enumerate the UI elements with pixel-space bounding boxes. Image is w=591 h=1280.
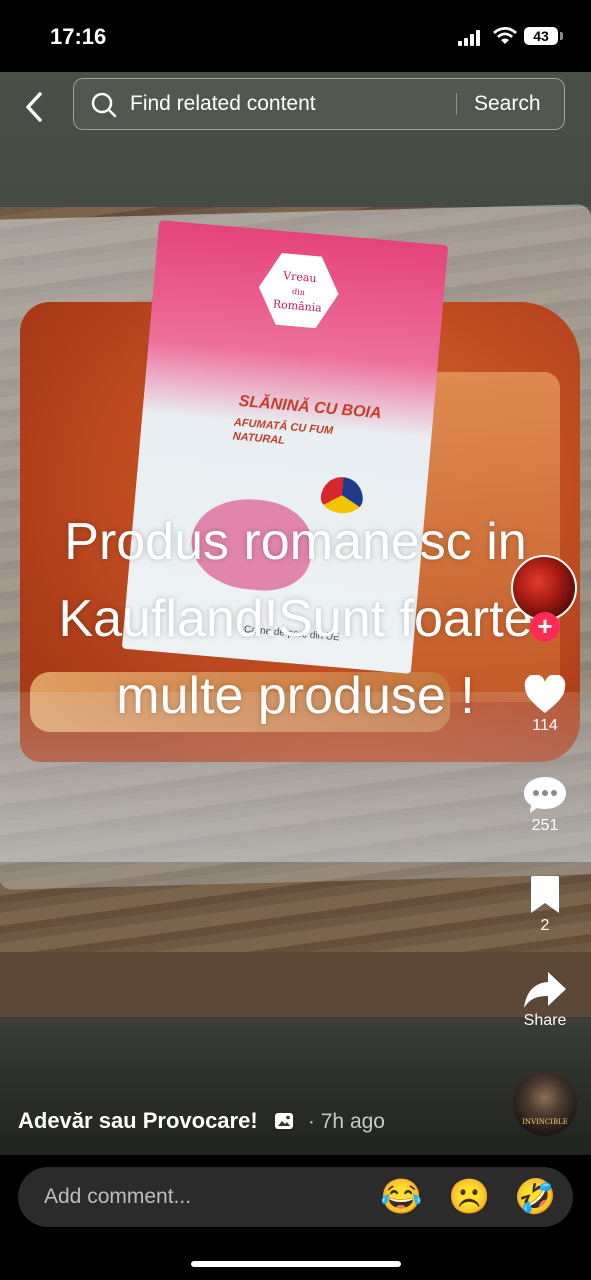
like-count: 114 [532, 717, 558, 734]
brand-logo: Vreau din România [255, 247, 342, 334]
like-button[interactable]: 114 [505, 675, 585, 735]
music-disc-avatar[interactable]: INVINCIBLE [513, 1072, 577, 1136]
wifi-icon [493, 27, 517, 44]
save-count: 2 [540, 917, 550, 934]
photo-mode-icon [274, 1113, 293, 1129]
search-icon [91, 92, 117, 118]
battery-tip [560, 32, 563, 40]
search-input[interactable]: Find related content [130, 92, 316, 116]
top-bar: Find related content Search [0, 72, 591, 142]
search-bar[interactable]: Find related content Search [73, 78, 565, 130]
post-info-panel [0, 1020, 591, 1155]
post-author-row[interactable]: Adevăr sau Provocare! · 7h ago [18, 1108, 385, 1134]
search-button[interactable]: Search [474, 92, 541, 116]
bookmark-icon [531, 876, 559, 913]
back-arrow-icon[interactable] [20, 90, 50, 124]
battery-indicator: 43 [524, 27, 558, 45]
music-disc-label: INVINCIBLE [522, 1118, 568, 1126]
post-time: · 7h ago [307, 1110, 385, 1133]
status-time: 17:16 [50, 24, 107, 49]
save-button[interactable]: 2 [505, 875, 585, 935]
status-bar: 17:16 43 [0, 0, 591, 72]
video-player[interactable]: Vreau din România SLĂNINĂ CU BOIA AFUMAT… [0, 72, 591, 1155]
home-indicator[interactable] [191, 1261, 401, 1267]
comment-input[interactable]: Add comment... 😂 ☹️ 🤣 [18, 1167, 573, 1227]
comment-bubble-icon [524, 777, 566, 813]
brand-word-1: Vreau [282, 269, 318, 286]
comment-placeholder: Add comment... [44, 1185, 192, 1208]
search-divider [456, 93, 457, 115]
follow-plus-button[interactable]: + [530, 612, 560, 642]
emoji-rofl-button[interactable]: 🤣 [514, 1176, 556, 1218]
brand-word-2: din [291, 287, 306, 298]
comment-count: 251 [531, 817, 559, 834]
author-name[interactable]: Adevăr sau Provocare! [18, 1108, 258, 1133]
emoji-frown-button[interactable]: ☹️ [448, 1176, 490, 1218]
brand-word-3: România [272, 297, 323, 315]
product-subtitle: AFUMATĂ CU FUM NATURAL [232, 416, 334, 447]
share-arrow-icon [524, 972, 566, 1008]
video-caption-overlay: Produs romanesc in Kaufland!Sunt foarte … [58, 513, 533, 725]
emoji-tears-of-joy-button[interactable]: 😂 [380, 1176, 422, 1218]
comment-button[interactable]: 251 [505, 775, 585, 835]
heart-icon [524, 675, 566, 713]
table-edge [0, 952, 591, 1017]
cellular-signal-icon [458, 30, 484, 46]
